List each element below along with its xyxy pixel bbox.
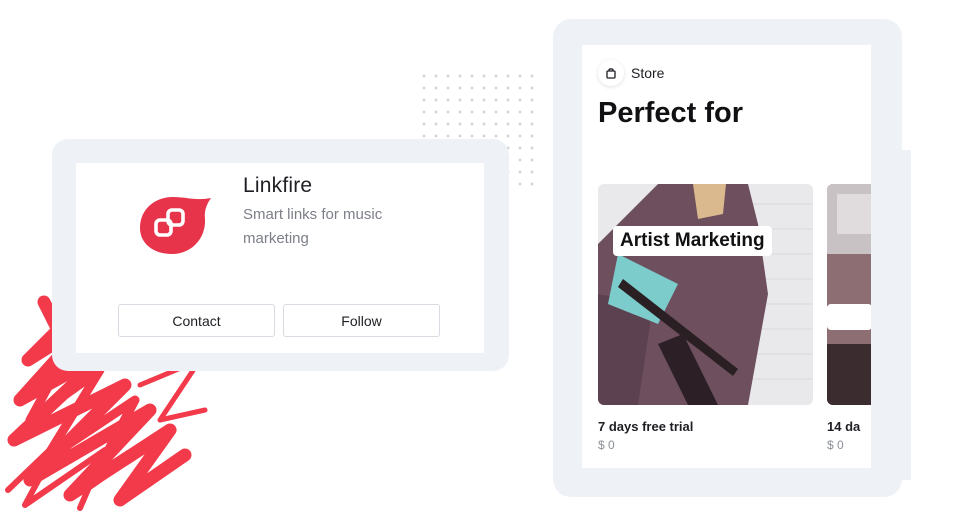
brand-name: Linkfire	[243, 174, 313, 197]
product-name: 7 days free trial	[598, 419, 694, 434]
store-title: Perfect for	[598, 97, 744, 129]
store-panel-right-edge	[871, 150, 911, 480]
store-tag[interactable]: Store	[598, 60, 664, 86]
follow-button[interactable]: Follow	[283, 304, 440, 337]
product-name: 14 da	[827, 419, 861, 434]
contact-button[interactable]: Contact	[118, 304, 275, 337]
shopping-bag-icon	[598, 60, 624, 86]
linkfire-logo-icon	[140, 197, 211, 254]
product-image-artist-marketing[interactable]	[598, 184, 813, 405]
product-caption: Artist Marketing	[613, 226, 772, 256]
product-price: $ 0	[827, 438, 844, 452]
product-price: $ 0	[598, 438, 615, 452]
brand-description: Smart links for music marketing	[243, 206, 383, 247]
store-tag-label: Store	[631, 65, 665, 81]
